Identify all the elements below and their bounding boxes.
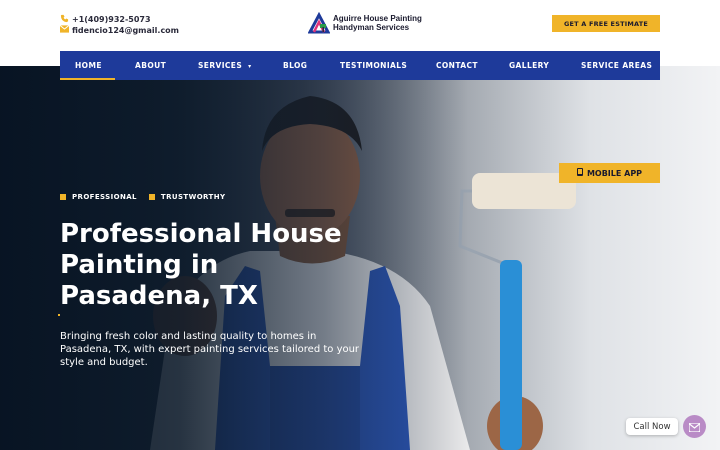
logo-line-1: Aguirre House Painting	[333, 14, 422, 23]
chevron-down-icon: ▾	[248, 63, 252, 70]
site-logo[interactable]: Aguirre House Painting Handyman Services	[307, 11, 422, 34]
hero-subtext: Bringing fresh color and lasting quality…	[60, 331, 360, 368]
square-bullet-icon	[60, 194, 66, 200]
call-now-button[interactable]	[683, 415, 706, 438]
email-address: fidencio124@gmail.com	[72, 26, 180, 35]
phone-number: +1(409)932-5073	[72, 15, 151, 24]
square-bullet-icon	[148, 194, 155, 200]
decorative-dot	[58, 314, 60, 316]
tag-professional: PROFESSIONAL	[60, 193, 137, 201]
main-nav: HOME ABOUT SERVICES ▾ BLOG TESTIMONIALS …	[60, 51, 660, 80]
nav-testimonials[interactable]: TESTIMONIALS	[340, 61, 407, 70]
nav-blog[interactable]: BLOG	[283, 61, 307, 70]
nav-active-indicator	[60, 78, 115, 80]
free-estimate-button[interactable]: GET A FREE ESTIMATE	[552, 15, 660, 32]
mobile-app-label: MOBILE APP	[586, 168, 643, 178]
contact-info: +1(409)932-5073 fidencio124@gmail.com	[59, 14, 180, 36]
tag-trustworthy: TRUSTWORTHY	[148, 193, 226, 201]
hero-headline: Professional House Painting in Pasadena,…	[60, 219, 342, 311]
nav-services[interactable]: SERVICES ▾	[198, 61, 252, 70]
phone-icon	[60, 14, 72, 26]
nav-service-areas[interactable]: SERVICE AREAS	[581, 61, 652, 70]
nav-gallery[interactable]: GALLERY	[509, 61, 549, 70]
nav-home[interactable]: HOME	[75, 61, 102, 70]
nav-contact[interactable]: CONTACT	[436, 61, 478, 70]
envelope-icon	[59, 25, 72, 36]
email-link[interactable]: fidencio124@gmail.com	[59, 25, 180, 36]
logo-house-icon	[307, 11, 331, 34]
hero-section: MOBILE APP PROFESSIONAL TRUSTWORTHY Prof…	[0, 66, 720, 450]
call-now-label[interactable]: Call Now	[626, 418, 678, 435]
mobile-app-button[interactable]: MOBILE APP	[559, 163, 660, 183]
nav-about[interactable]: ABOUT	[135, 61, 166, 70]
logo-line-2: Handyman Services	[333, 23, 410, 32]
phone-icon	[688, 417, 701, 436]
phone-link[interactable]: +1(409)932-5073	[60, 14, 179, 25]
hero-tags: PROFESSIONAL TRUSTWORTHY	[60, 193, 237, 201]
mobile-phone-icon	[576, 168, 583, 178]
